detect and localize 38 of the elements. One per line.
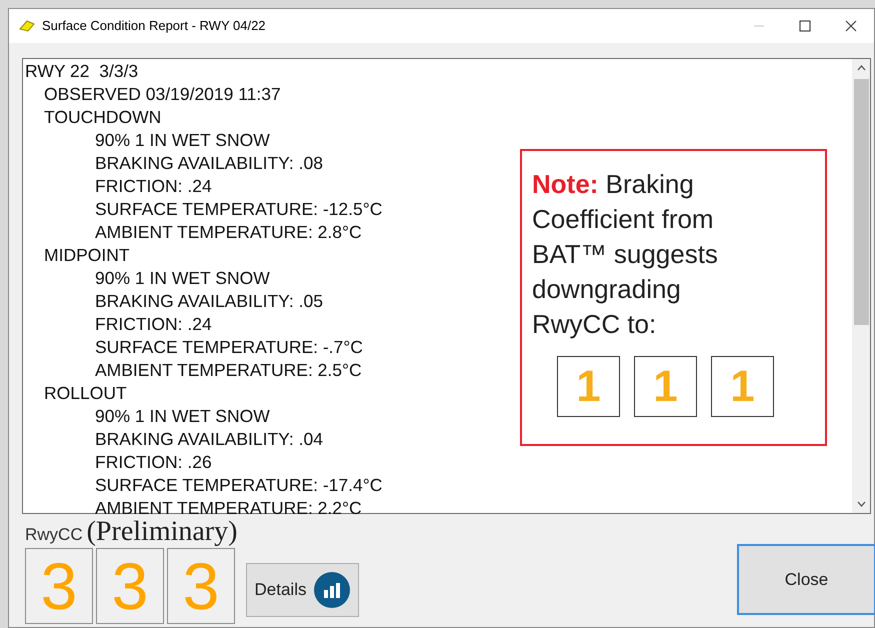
report-line: FRICTION: .24 [94, 313, 212, 336]
app-icon [18, 19, 36, 33]
suggested-code: 1 [557, 356, 620, 417]
bar-chart-icon [314, 572, 350, 608]
report-line: FRICTION: .24 [94, 175, 212, 198]
note-text: Note: Braking Coefficient from BAT™ suggests downgrading RwyCC to: [532, 168, 719, 341]
report-line: SURFACE TEMPERATURE: -.7°C [94, 336, 363, 359]
report-line: SURFACE TEMPERATURE: -17.4°C [94, 474, 382, 497]
close-button[interactable]: Close [737, 544, 875, 615]
report-line: AMBIENT TEMPERATURE: 2.8°C [94, 221, 362, 244]
report-line: TOUCHDOWN [43, 106, 162, 129]
report-line: FRICTION: .26 [94, 451, 212, 474]
rwycc-code: 3 [25, 548, 93, 624]
report-line: MIDPOINT [43, 244, 130, 267]
scrollbar[interactable] [852, 59, 870, 513]
preliminary-label: (Preliminary) [86, 517, 238, 547]
rwycc-code: 3 [167, 548, 235, 624]
report-line: BRAKING AVAILABILITY: .08 [94, 152, 323, 175]
scrollbar-thumb[interactable] [854, 79, 868, 325]
report-line: AMBIENT TEMPERATURE: 2.2°C [94, 497, 362, 520]
rwycc-code: 3 [96, 548, 164, 624]
report-line: SURFACE TEMPERATURE: -12.5°C [94, 198, 382, 221]
suggested-code: 1 [634, 356, 697, 417]
scroll-up-icon[interactable] [856, 65, 866, 71]
report-line: RWY 22 3/3/3 [24, 60, 138, 83]
rwycc-label: RwyCC [25, 525, 83, 545]
scroll-down-icon[interactable] [856, 501, 866, 507]
report-line: OBSERVED 03/19/2019 11:37 [43, 83, 281, 106]
report-line: 90% 1 IN WET SNOW [94, 405, 270, 428]
report-line: 90% 1 IN WET SNOW [94, 267, 270, 290]
report-line: AMBIENT TEMPERATURE: 2.5°C [94, 359, 362, 382]
details-button[interactable]: Details [246, 563, 359, 617]
report-line: BRAKING AVAILABILITY: .05 [94, 290, 323, 313]
report-line: ROLLOUT [43, 382, 127, 405]
report-line: 90% 1 IN WET SNOW [94, 129, 270, 152]
window-title: Surface Condition Report - RWY 04/22 [42, 17, 266, 36]
suggested-code: 1 [711, 356, 774, 417]
report-line: BRAKING AVAILABILITY: .04 [94, 428, 323, 451]
